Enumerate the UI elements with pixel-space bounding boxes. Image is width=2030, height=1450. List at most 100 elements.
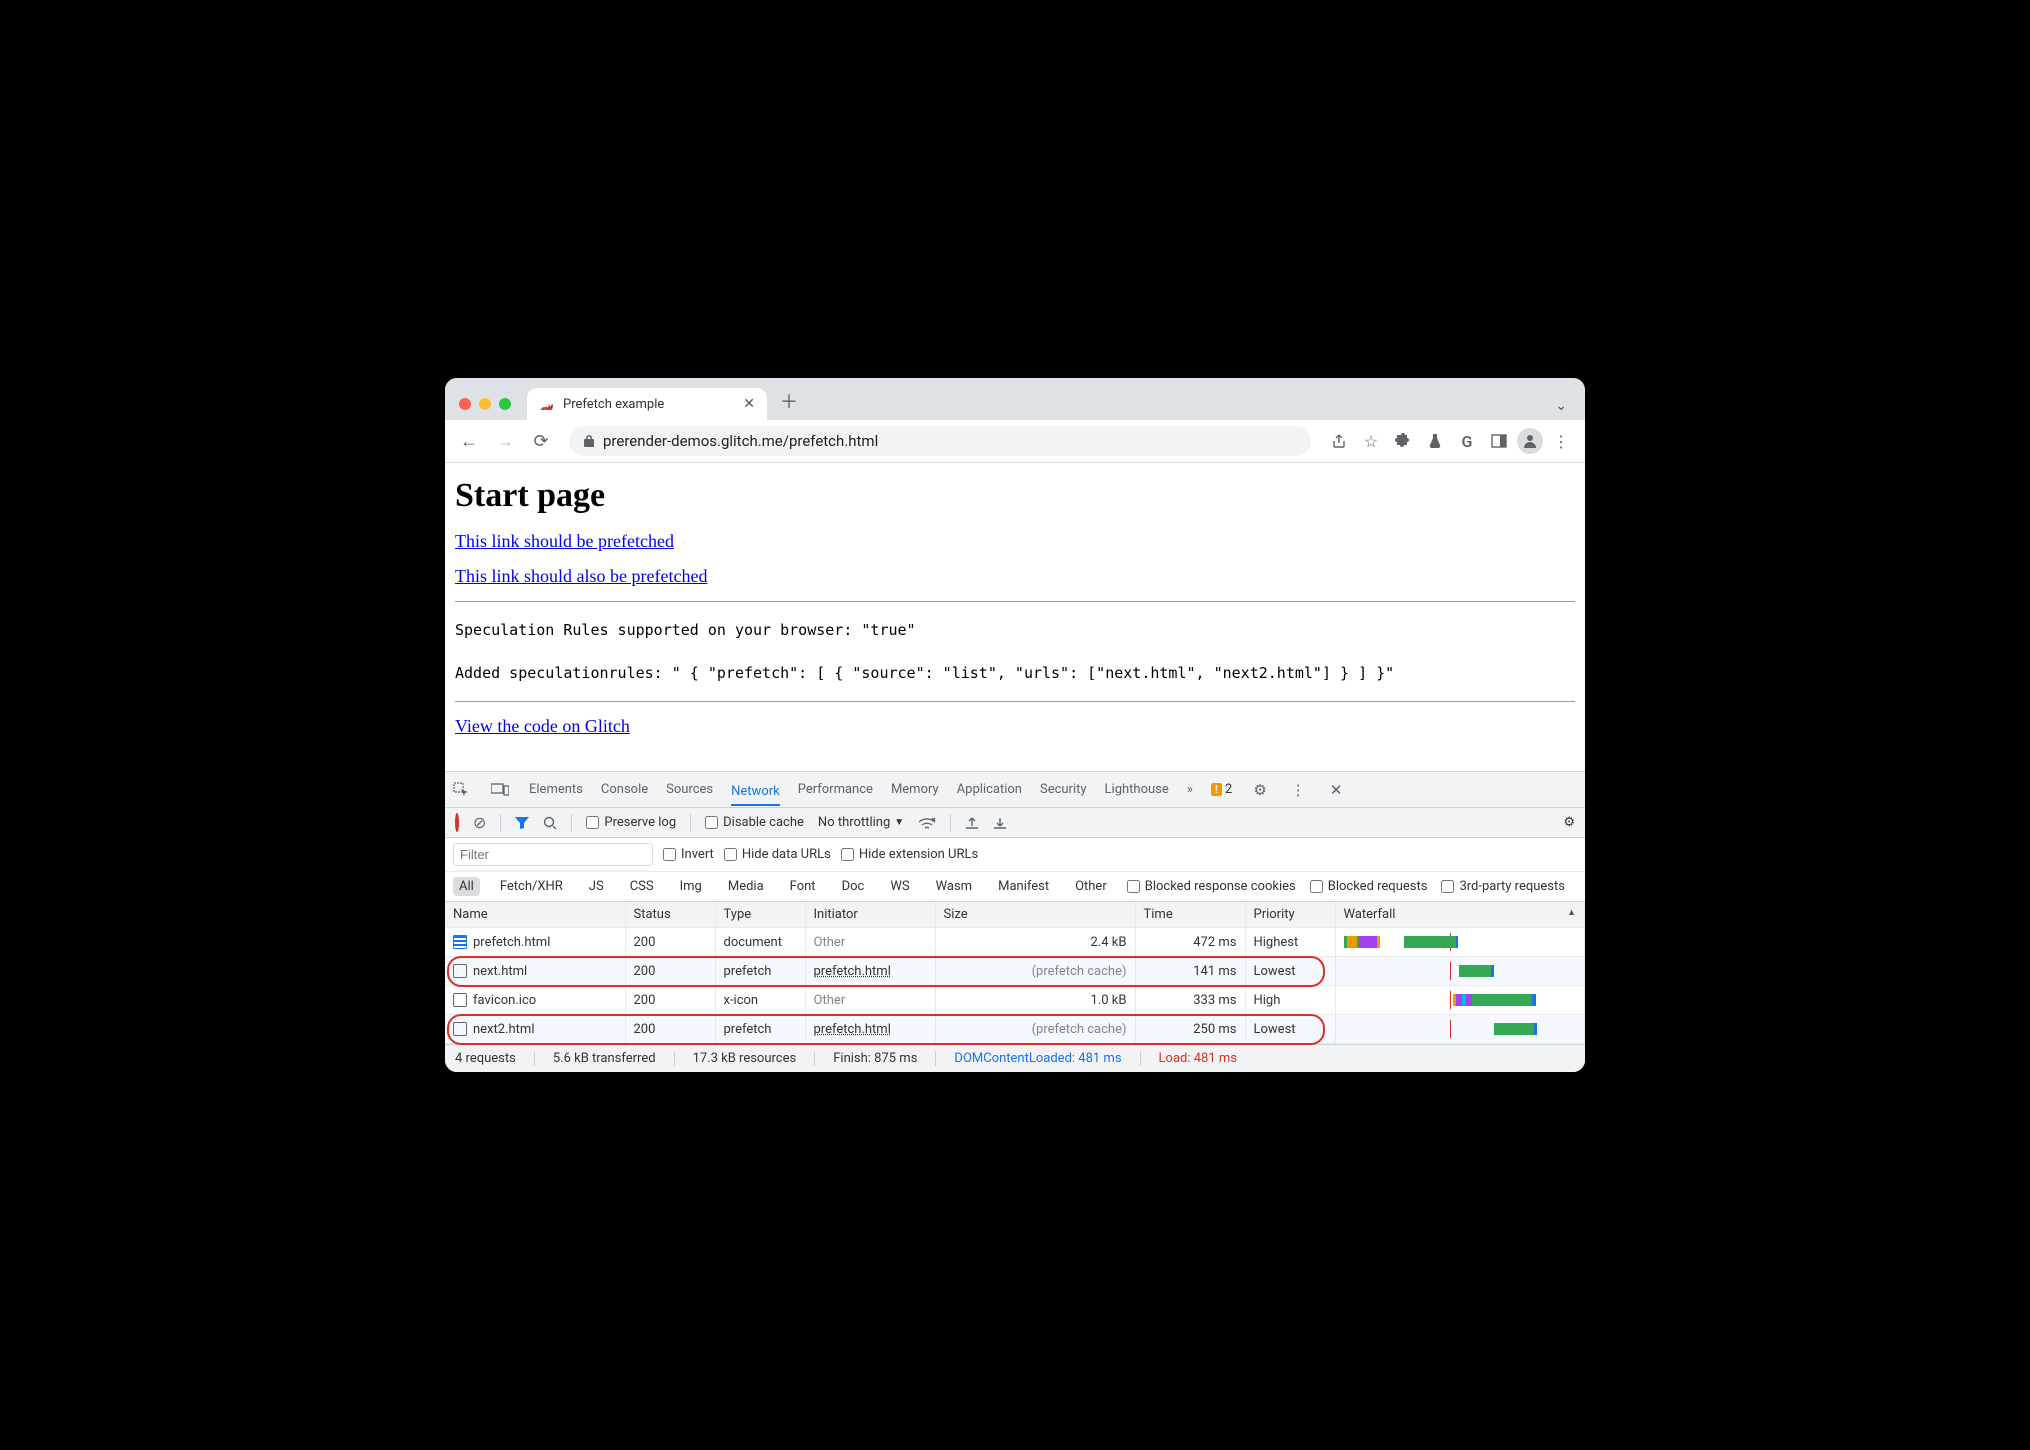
network-row[interactable]: prefetch.html200documentOther2.4 kB472 m…: [445, 928, 1585, 957]
toolbar-right: ☆ G ⋮: [1325, 427, 1575, 455]
browser-toolbar: ← → ⟳ prerender-demos.glitch.me/prefetch…: [445, 420, 1585, 463]
column-size[interactable]: Size: [935, 902, 1135, 928]
tab-title: Prefetch example: [563, 397, 664, 412]
blocked-requests-checkbox[interactable]: Blocked requests: [1310, 879, 1428, 894]
preserve-log-checkbox[interactable]: Preserve log: [586, 815, 676, 830]
throttling-select[interactable]: No throttling ▼: [818, 815, 904, 830]
type-filter-font[interactable]: Font: [784, 877, 822, 896]
devtools-tab-memory[interactable]: Memory: [891, 776, 939, 803]
column-priority[interactable]: Priority: [1245, 902, 1335, 928]
prefetch-link-2[interactable]: This link should also be prefetched: [455, 566, 707, 586]
page-content: Start page This link should be prefetche…: [445, 463, 1585, 771]
network-conditions-icon[interactable]: [918, 816, 936, 830]
column-status[interactable]: Status: [625, 902, 715, 928]
page-heading: Start page: [455, 477, 1575, 515]
tabs-dropdown-button[interactable]: ⌄: [1555, 398, 1567, 414]
filter-row: Invert Hide data URLs Hide extension URL…: [445, 838, 1585, 872]
column-type[interactable]: Type: [715, 902, 805, 928]
divider: [455, 601, 1575, 602]
devtools-tab-application[interactable]: Application: [957, 776, 1022, 803]
type-filter-manifest[interactable]: Manifest: [992, 877, 1055, 896]
minimize-window-button[interactable]: [479, 398, 491, 410]
clear-button[interactable]: ⊘: [473, 813, 486, 832]
network-row[interactable]: next.html200prefetchprefetch.html(prefet…: [445, 957, 1585, 986]
prefetch-link-1[interactable]: This link should be prefetched: [455, 531, 674, 551]
disable-cache-checkbox[interactable]: Disable cache: [705, 815, 804, 830]
google-account-button[interactable]: G: [1453, 427, 1481, 455]
profile-button[interactable]: [1517, 428, 1543, 454]
view-code-link[interactable]: View the code on Glitch: [455, 716, 630, 736]
type-filter-media[interactable]: Media: [722, 877, 770, 896]
status-finish: Finish: 875 ms: [814, 1051, 917, 1066]
hide-data-urls-checkbox[interactable]: Hide data URLs: [724, 847, 831, 862]
network-row[interactable]: next2.html200prefetchprefetch.html(prefe…: [445, 1015, 1585, 1044]
download-har-icon[interactable]: [993, 816, 1007, 830]
type-filter-doc[interactable]: Doc: [836, 877, 871, 896]
reload-button[interactable]: ⟳: [527, 427, 555, 455]
settings-icon[interactable]: ⚙: [1250, 781, 1270, 799]
invert-checkbox[interactable]: Invert: [663, 847, 714, 862]
forward-button[interactable]: →: [491, 427, 519, 455]
devtools-tab-lighthouse[interactable]: Lighthouse: [1105, 776, 1169, 803]
upload-har-icon[interactable]: [965, 816, 979, 830]
status-load: Load: 481 ms: [1140, 1051, 1237, 1066]
type-filter-other[interactable]: Other: [1069, 877, 1113, 896]
type-filter-ws[interactable]: WS: [884, 877, 915, 896]
extensions-button[interactable]: [1389, 427, 1417, 455]
filter-input[interactable]: [453, 843, 653, 866]
devtools-tab-sources[interactable]: Sources: [666, 776, 713, 803]
bookmark-button[interactable]: ☆: [1357, 427, 1385, 455]
network-row[interactable]: favicon.ico200x-iconOther1.0 kB333 msHig…: [445, 986, 1585, 1015]
side-panel-button[interactable]: [1485, 427, 1513, 455]
type-filter-img[interactable]: Img: [674, 877, 708, 896]
column-waterfall[interactable]: Waterfall: [1335, 902, 1585, 928]
devtools-status-bar: 4 requests 5.6 kB transferred 17.3 kB re…: [445, 1044, 1585, 1072]
third-party-checkbox[interactable]: 3rd-party requests: [1441, 879, 1565, 894]
browser-tab[interactable]: 🏎️ Prefetch example ✕: [527, 388, 767, 420]
back-button[interactable]: ←: [455, 427, 483, 455]
devtools-tab-elements[interactable]: Elements: [529, 776, 583, 803]
devtools-tab-console[interactable]: Console: [601, 776, 648, 803]
column-time[interactable]: Time: [1135, 902, 1245, 928]
network-settings-icon[interactable]: ⚙: [1563, 815, 1575, 830]
speculation-rules-text: Added speculationrules: " { "prefetch": …: [455, 659, 1575, 688]
close-devtools-button[interactable]: ✕: [1326, 781, 1346, 799]
search-icon[interactable]: [543, 816, 557, 830]
devtools-menu-button[interactable]: ⋮: [1288, 781, 1308, 799]
type-filter-wasm[interactable]: Wasm: [930, 877, 979, 896]
inspect-icon[interactable]: [453, 782, 473, 798]
record-button[interactable]: [455, 815, 459, 830]
column-name[interactable]: Name: [445, 902, 625, 928]
maximize-window-button[interactable]: [499, 398, 511, 410]
more-tabs-button[interactable]: »: [1187, 782, 1193, 797]
hide-extension-urls-checkbox[interactable]: Hide extension URLs: [841, 847, 978, 862]
speculation-supported-text: Speculation Rules supported on your brow…: [455, 616, 1575, 645]
devtools-tab-security[interactable]: Security: [1040, 776, 1087, 803]
warnings-badge[interactable]: !2: [1211, 782, 1232, 797]
menu-button[interactable]: ⋮: [1547, 427, 1575, 455]
close-tab-button[interactable]: ✕: [743, 396, 755, 412]
type-filter-js[interactable]: JS: [583, 877, 610, 896]
close-window-button[interactable]: [459, 398, 471, 410]
filter-toggle-icon[interactable]: [515, 817, 529, 829]
file-icon: [453, 1022, 467, 1036]
devtools-tabs: Elements Console Sources Network Performance…: [445, 772, 1585, 808]
type-filter-fetch-xhr[interactable]: Fetch/XHR: [494, 877, 569, 896]
network-table: NameStatusTypeInitiatorSizeTimePriorityW…: [445, 902, 1585, 1044]
device-toggle-icon[interactable]: [491, 783, 511, 797]
address-bar[interactable]: prerender-demos.glitch.me/prefetch.html: [569, 426, 1311, 456]
blocked-cookies-checkbox[interactable]: Blocked response cookies: [1127, 879, 1296, 894]
window-controls: [459, 398, 511, 410]
column-initiator[interactable]: Initiator: [805, 902, 935, 928]
devtools-tab-network[interactable]: Network: [731, 778, 780, 806]
status-dcl: DOMContentLoaded: 481 ms: [935, 1051, 1121, 1066]
labs-button[interactable]: [1421, 427, 1449, 455]
type-filter-all[interactable]: All: [453, 877, 480, 896]
divider: [455, 701, 1575, 702]
devtools-tab-performance[interactable]: Performance: [798, 776, 873, 803]
file-icon: [453, 964, 467, 978]
type-filter-css[interactable]: CSS: [624, 877, 660, 896]
new-tab-button[interactable]: ＋: [777, 388, 801, 414]
share-button[interactable]: [1325, 427, 1353, 455]
status-transferred: 5.6 kB transferred: [534, 1051, 656, 1066]
